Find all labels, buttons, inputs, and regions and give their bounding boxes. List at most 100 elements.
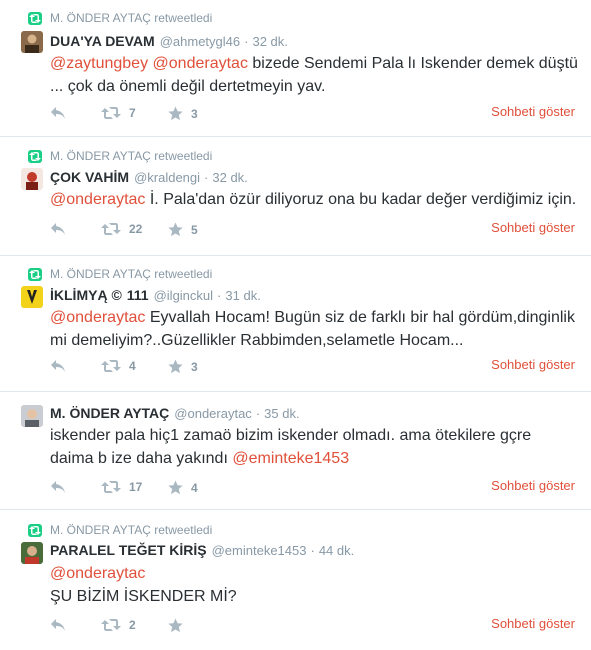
tweet-text-line: ŞU BİZİM İSKENDER Mİ? [50,588,237,605]
favorite-button[interactable]: 3 [168,106,198,121]
retweet-icon [101,618,121,632]
retweet-badge-icon [28,11,42,25]
favorite-count: 4 [191,480,198,495]
timestamp[interactable]: 44 dk. [319,543,354,558]
mention-link[interactable]: @onderaytac [153,55,248,72]
separator-dot: · [255,406,261,421]
tweet-text: @onderaytac İ. Pala'dan özür diliyoruz o… [50,188,585,211]
avatar[interactable] [21,542,43,564]
retweet-icon [101,359,121,373]
user-handle[interactable]: @eminteke1453 [212,543,307,558]
user-handle[interactable]: @onderaytac [174,406,252,421]
reply-button[interactable] [50,222,66,236]
avatar[interactable] [21,286,43,308]
user-handle[interactable]: @ilginckul [154,288,213,303]
tweet-text: @onderaytac ŞU BİZİM İSKENDER Mİ? [50,562,585,608]
retweet-button[interactable]: 22 [101,222,142,236]
retweet-badge-icon [28,523,42,537]
mention-link[interactable]: @onderaytac [50,191,145,208]
favorite-button[interactable]: 4 [168,480,198,495]
tweet[interactable]: M. ÖNDER AYTAÇ @onderaytac · 35 dk. iske… [0,392,591,510]
retweet-count: 7 [129,106,136,120]
retweet-context: M. ÖNDER AYTAÇ retweetledi [28,522,212,538]
separator-dot: · [310,543,315,558]
show-conversation-link[interactable]: Sohbeti göster [491,478,575,493]
favorite-button[interactable] [168,618,183,633]
avatar[interactable] [21,168,43,190]
tweet[interactable]: M. ÖNDER AYTAÇ retweetledi İKLİMYĄ © 111… [0,256,591,392]
retweet-context: M. ÖNDER AYTAÇ retweetledi [28,148,212,164]
avatar[interactable] [21,31,43,53]
timestamp[interactable]: 31 dk. [225,288,260,303]
user-name[interactable]: M. ÖNDER AYTAÇ [50,405,169,421]
separator-dot: · [217,288,222,303]
retweet-count: 17 [129,480,143,494]
retweeted-by-label: M. ÖNDER AYTAÇ retweetledi [50,149,213,163]
retweet-context: M. ÖNDER AYTAÇ retweetledi [28,10,212,26]
retweeted-by-label: M. ÖNDER AYTAÇ retweetledi [50,523,213,537]
user-name[interactable]: ÇOK VAHİM [50,169,129,185]
retweet-button[interactable]: 7 [101,106,136,120]
avatar[interactable] [21,405,43,427]
tweet[interactable]: M. ÖNDER AYTAÇ retweetledi PARALEL TEĞET… [0,510,591,650]
retweet-count: 22 [129,222,143,236]
retweeted-by-label: M. ÖNDER AYTAÇ retweetledi [50,267,213,281]
user-handle[interactable]: @ahmetygl46 [160,34,240,49]
star-icon [168,222,183,237]
tweet[interactable]: M. ÖNDER AYTAÇ retweetledi DUA'YA DEVAM … [0,0,591,137]
star-icon [168,618,183,633]
user-name[interactable]: PARALEL TEĞET KİRİŞ [50,542,207,558]
reply-icon [50,222,66,236]
tweet-text-line: Eyvallah Hocam! Bugün siz de farklı bir … [145,309,575,326]
tweet-text-line: İ. Pala'dan özür diliyoruz ona bu kadar … [145,191,577,208]
star-icon [168,480,183,495]
star-icon [168,359,183,374]
retweeted-by-label: M. ÖNDER AYTAÇ retweetledi [50,11,213,25]
tweet-text: @zaytungbey @onderaytac bizede Sendemi P… [50,52,585,98]
user-name[interactable]: DUA'YA DEVAM [50,33,155,49]
tweet-text-line: ... çok da önemli değil dertetmeyin yav. [50,78,326,95]
reply-button[interactable] [50,106,66,120]
favorite-count: 3 [191,106,198,121]
tweet-text: iskender pala hiç1 zamaö bizim iskender … [50,424,585,470]
reply-button[interactable] [50,618,66,632]
reply-button[interactable] [50,359,66,373]
separator-dot: · [244,34,249,49]
reply-icon [50,618,66,632]
tweet-text-line: bizede Sendemi Pala lı Iskender demek dü… [247,55,578,72]
tweet-text-line: daima b ize daha yakındı [50,450,233,467]
tweet[interactable]: M. ÖNDER AYTAÇ retweetledi ÇOK VAHİM @kr… [0,137,591,256]
timestamp[interactable]: 32 dk. [252,34,287,49]
show-conversation-link[interactable]: Sohbeti göster [491,220,575,235]
user-handle[interactable]: @kraldengi [134,170,200,185]
mention-link[interactable]: @onderaytac [50,565,145,582]
favorite-count: 3 [191,359,198,374]
show-conversation-link[interactable]: Sohbeti göster [491,357,575,372]
user-name[interactable]: İKLİMYĄ © [50,287,122,303]
user-name-suffix[interactable]: 111 [127,287,149,303]
retweet-button[interactable]: 17 [101,480,142,494]
favorite-count: 5 [191,222,198,237]
retweet-button[interactable]: 4 [101,359,136,373]
tweet-text-line: mi demeliyim?..Güzellikler Rabbimden,sel… [50,332,464,349]
retweet-badge-icon [28,149,42,163]
mention-link[interactable]: @zaytungbey [50,55,148,72]
reply-icon [50,480,66,494]
show-conversation-link[interactable]: Sohbeti göster [491,104,575,119]
retweet-button[interactable]: 2 [101,618,136,632]
mention-link[interactable]: @eminteke1453 [232,450,349,467]
retweet-context: M. ÖNDER AYTAÇ retweetledi [28,266,212,282]
show-conversation-link[interactable]: Sohbeti göster [491,616,575,631]
star-icon [168,106,183,121]
retweet-icon [101,222,121,236]
reply-icon [50,106,66,120]
retweet-icon [101,106,121,120]
timestamp[interactable]: 35 dk. [264,406,299,421]
retweet-count: 2 [129,618,136,632]
mention-link[interactable]: @onderaytac [50,309,145,326]
favorite-button[interactable]: 3 [168,359,198,374]
reply-button[interactable] [50,480,66,494]
timestamp[interactable]: 32 dk. [212,170,247,185]
favorite-button[interactable]: 5 [168,222,198,237]
retweet-icon [101,480,121,494]
